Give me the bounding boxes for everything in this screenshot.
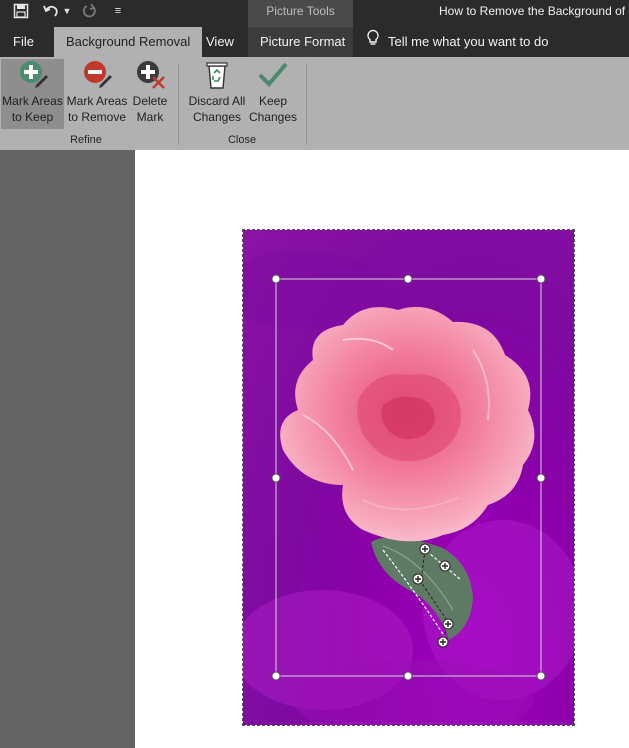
lightbulb-icon [366, 28, 380, 58]
tab-file[interactable]: File [13, 27, 34, 57]
mark-keep-icon [19, 61, 48, 88]
keep-changes-button[interactable]: Keep Changes [248, 59, 298, 129]
group-separator [178, 63, 179, 145]
tell-me-text: Tell me what you want to do [388, 34, 549, 49]
tab-view[interactable]: View [206, 27, 234, 57]
picture-content [243, 250, 574, 725]
mark-remove-icon [84, 61, 112, 88]
save-icon[interactable] [10, 0, 32, 22]
rose-shape [280, 306, 535, 542]
group-label-refine: Refine [70, 134, 102, 146]
tab-background-removal[interactable]: Background Removal [54, 27, 203, 57]
ribbon-tabs: File Background Removal View Picture For… [0, 27, 629, 57]
delete-mark-button[interactable]: Delete Mark [130, 59, 170, 129]
picture-background-removal[interactable] [242, 229, 575, 726]
tab-picture-format[interactable]: Picture Format [260, 27, 345, 57]
customize-qat-icon[interactable]: ≡ [110, 0, 126, 22]
document-title: How to Remove the Background of a [439, 4, 629, 18]
checkmark-icon [258, 62, 288, 87]
delete-mark-icon [137, 61, 165, 89]
redo-icon[interactable] [80, 0, 100, 22]
undo-dropdown-icon[interactable]: ▼ [62, 0, 72, 22]
undo-icon[interactable] [40, 0, 62, 22]
group-separator [306, 63, 307, 145]
group-label-close: Close [227, 134, 257, 146]
mark-areas-to-keep-button[interactable]: Mark Areas to Keep [1, 59, 64, 129]
tell-me-box[interactable]: Tell me what you want to do [366, 27, 548, 57]
ribbon: Mark Areas to Keep Mark Areas to Remove … [0, 57, 629, 150]
contextual-tab-label: Picture Tools [248, 0, 353, 27]
discard-all-changes-button[interactable]: Discard All Changes [186, 59, 248, 129]
mark-areas-to-remove-button[interactable]: Mark Areas to Remove [66, 59, 128, 129]
title-bar: ▼ ≡ Picture Tools How to Remove the Back… [0, 0, 629, 27]
recycle-bin-icon [206, 62, 228, 89]
slide-thumbnail-pane [0, 150, 135, 748]
